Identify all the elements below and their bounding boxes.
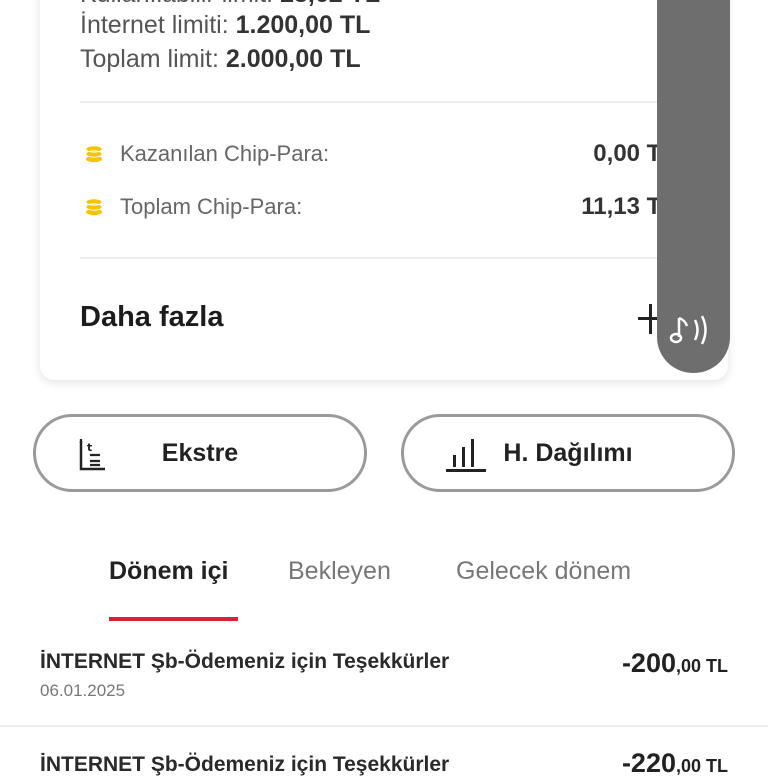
- tab-pending[interactable]: Bekleyen: [288, 557, 391, 586]
- tab-current-period[interactable]: Dönem içi: [109, 557, 228, 586]
- sound-overlay[interactable]: [657, 0, 730, 373]
- total-chip-row: Toplam Chip-Para:: [84, 187, 302, 227]
- earned-chip-label: Kazanılan Chip-Para:: [120, 141, 330, 166]
- svg-text:t: t: [87, 441, 92, 454]
- more-label[interactable]: Daha fazla: [80, 301, 223, 334]
- music-sound-icon[interactable]: [669, 308, 719, 352]
- distribution-label: H. Dağılımı: [503, 438, 633, 467]
- internet-limit: İnternet limiti: 1.200,00 TL: [80, 11, 371, 39]
- distribution-button[interactable]: H. Dağılımı: [401, 414, 735, 492]
- document-icon: t: [79, 439, 105, 471]
- transaction-title: İNTERNET Şb-Ödemeniz için Teşekkürler: [40, 650, 450, 673]
- transaction-date: 06.01.2025: [40, 681, 126, 700]
- statement-label: Ekstre: [161, 438, 239, 467]
- bar-chart-icon: [446, 439, 486, 472]
- transaction-amount: -220,00 TL: [621, 748, 728, 778]
- transaction-amount: -200,00 TL: [621, 648, 728, 678]
- divider: [80, 257, 680, 259]
- divider: [80, 101, 680, 103]
- active-tab-indicator: [109, 617, 238, 621]
- coin-icon: [85, 145, 103, 163]
- transaction-title: İNTERNET Şb-Ödemeniz için Teşekkürler: [40, 753, 450, 776]
- coin-icon: [85, 198, 103, 216]
- earned-chip-row: Kazanılan Chip-Para:: [84, 134, 329, 174]
- total-limit: Toplam limit: 2.000,00 TL: [80, 45, 361, 73]
- row-divider: [0, 725, 768, 727]
- available-limit: Kullanılabilir limit: 23,62 TL: [80, 0, 380, 9]
- tab-next-period[interactable]: Gelecek dönem: [456, 557, 631, 586]
- total-chip-label: Toplam Chip-Para:: [120, 194, 303, 219]
- statement-button[interactable]: t Ekstre: [33, 414, 367, 492]
